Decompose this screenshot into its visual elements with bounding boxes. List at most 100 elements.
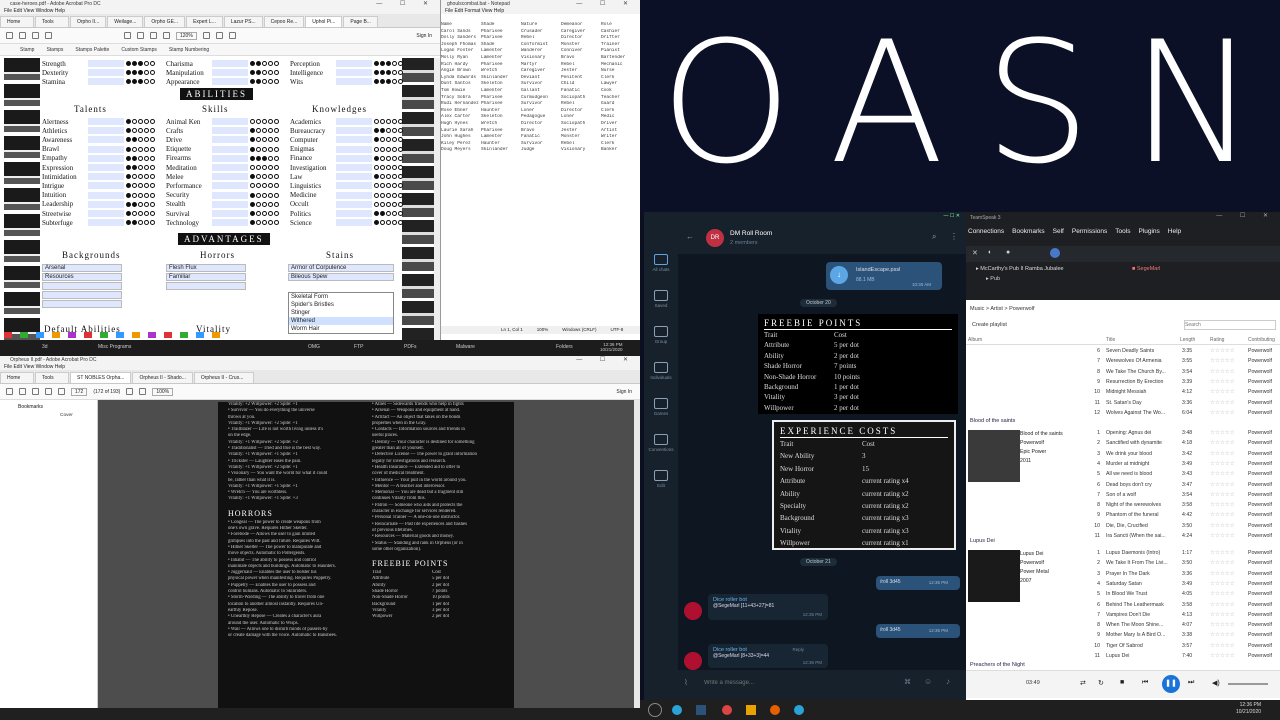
rating-dot[interactable] <box>398 165 403 170</box>
rating-dot[interactable] <box>150 146 155 152</box>
stain-option[interactable]: Stinger <box>289 309 393 317</box>
knowledges-row-dots[interactable] <box>374 119 403 124</box>
rating-dot[interactable] <box>380 119 385 124</box>
repeat-icon[interactable]: ↻ <box>1098 679 1104 687</box>
rating-dot[interactable] <box>374 137 379 143</box>
knowledges-row-dots[interactable] <box>374 137 403 143</box>
rating-dot[interactable] <box>138 79 143 84</box>
rating-dot[interactable] <box>262 70 267 75</box>
rating-dot[interactable] <box>268 70 273 75</box>
rating-dot[interactable] <box>138 61 143 66</box>
rating-dot[interactable] <box>268 155 273 161</box>
attribute-row-dots[interactable] <box>250 61 279 66</box>
sign-in-link[interactable]: Sign In <box>416 33 432 39</box>
rating-dot[interactable] <box>126 201 131 207</box>
rating-dot[interactable] <box>380 165 385 170</box>
talents-row-specialty-field[interactable] <box>88 200 124 208</box>
rating-stars[interactable]: ☆☆☆☆☆ <box>1210 533 1235 539</box>
rating-dot[interactable] <box>126 146 131 152</box>
talents-row-specialty-field[interactable] <box>88 127 124 135</box>
rating-dot[interactable] <box>132 165 137 170</box>
rating-dot[interactable] <box>132 119 137 124</box>
rating-dot[interactable] <box>262 183 267 189</box>
rating-dot[interactable] <box>274 165 279 170</box>
track-row[interactable]: 6 Behind The Leathermask 3:58 <box>1072 602 1208 612</box>
rating-dot[interactable] <box>262 165 267 170</box>
track-row[interactable]: 10 Midnight Messiah 4:12 <box>1072 389 1208 399</box>
rating-dot[interactable] <box>150 128 155 134</box>
rating-dot[interactable] <box>386 174 391 180</box>
app-icon[interactable] <box>164 332 172 338</box>
rating-dot[interactable] <box>380 146 385 152</box>
rating-dot[interactable] <box>144 70 149 75</box>
print-icon[interactable] <box>19 32 26 39</box>
attribute-row-specialty-field[interactable] <box>336 69 372 76</box>
knowledges-row-dots[interactable] <box>374 211 403 216</box>
rating-dot[interactable] <box>126 165 131 170</box>
rating-stars[interactable]: ☆☆☆☆☆ <box>1210 369 1235 375</box>
rating-stars[interactable]: ☆☆☆☆☆ <box>1210 643 1235 649</box>
rating-stars[interactable]: ☆☆☆☆☆ <box>1210 591 1235 597</box>
hand-icon[interactable] <box>139 388 147 395</box>
rating-dot[interactable] <box>380 211 385 216</box>
app-icon[interactable] <box>116 332 124 338</box>
rating-dot[interactable] <box>138 165 143 170</box>
commands-icon[interactable]: ⌘ <box>904 678 911 686</box>
skills-row-dots[interactable] <box>250 146 279 152</box>
stain-field[interactable]: Armor of Corpulence <box>288 264 394 272</box>
ts-menu-item[interactable]: Tools <box>1115 228 1130 242</box>
rating-stars[interactable]: ☆☆☆☆☆ <box>1210 512 1235 518</box>
knowledges-row-dots[interactable] <box>374 146 403 152</box>
rating-dot[interactable] <box>262 211 267 216</box>
rating-dot[interactable] <box>386 165 391 170</box>
track-row[interactable]: 7 Son of a wolf 3:54 <box>1072 492 1208 502</box>
rating-dot[interactable] <box>250 119 255 124</box>
rating-dot[interactable] <box>374 165 379 170</box>
ts-menu-item[interactable]: Bookmarks <box>1012 228 1045 242</box>
rating-dot[interactable] <box>262 192 267 198</box>
track-row[interactable]: 11 St. Satan's Day 3:36 <box>1072 400 1208 410</box>
rating-dot[interactable] <box>374 183 379 189</box>
rating-dot[interactable] <box>150 61 155 66</box>
rating-dot[interactable] <box>274 119 279 124</box>
hand-icon[interactable] <box>137 32 144 39</box>
rating-dot[interactable] <box>144 155 149 161</box>
app-icon[interactable] <box>52 332 60 338</box>
track-row[interactable]: 10 Tiger Of Sabrod 3:57 <box>1072 643 1208 653</box>
rating-dot[interactable] <box>268 183 273 189</box>
skills-row-specialty-field[interactable] <box>212 127 248 135</box>
knowledges-row-specialty-field[interactable] <box>336 164 372 171</box>
rating-dot[interactable] <box>150 174 155 180</box>
create-playlist-button[interactable]: Create playlist <box>972 322 1007 328</box>
reply-link[interactable]: Reply <box>792 647 804 652</box>
window-controls[interactable]: — ☐ ✕ <box>576 356 636 364</box>
prev-page-icon[interactable] <box>45 388 52 395</box>
rating-dot[interactable] <box>386 201 391 207</box>
roll-command-2[interactable]: /roll 3d45 12:35 PM <box>876 624 960 638</box>
rating-dot[interactable] <box>150 79 155 84</box>
tab-7[interactable]: Cepoo Re... <box>263 16 305 27</box>
rating-dot[interactable] <box>138 137 143 143</box>
cursor-icon[interactable] <box>124 32 131 39</box>
teamspeak-task-icon[interactable] <box>696 705 706 715</box>
ts-menu-item[interactable]: Help <box>1168 228 1181 242</box>
rating-dot[interactable] <box>374 220 379 226</box>
rating-dot[interactable] <box>392 146 397 152</box>
rating-dot[interactable] <box>262 201 267 207</box>
pdf-tab-2[interactable]: ST NOBLES Orpha... <box>70 372 132 383</box>
skills-row-specialty-field[interactable] <box>212 200 248 208</box>
app-icon[interactable] <box>196 332 204 338</box>
tab-2[interactable]: Orpho II... <box>70 16 107 27</box>
attribute-row-specialty-field[interactable] <box>336 78 372 85</box>
rating-dot[interactable] <box>386 192 391 198</box>
folder-label[interactable]: Conventions <box>644 447 678 452</box>
rating-dot[interactable] <box>392 79 397 84</box>
stain-option[interactable]: Withered <box>289 317 393 325</box>
rating-dot[interactable] <box>144 119 149 124</box>
knowledges-row-specialty-field[interactable] <box>336 191 372 199</box>
rating-dot[interactable] <box>250 183 255 189</box>
rating-dot[interactable] <box>398 192 403 198</box>
bot-message-1[interactable]: Dice roller bot @SegeMarl [11+43+27]=81 … <box>708 594 828 620</box>
app-icon[interactable] <box>68 332 76 338</box>
rating-dot[interactable] <box>132 128 137 134</box>
